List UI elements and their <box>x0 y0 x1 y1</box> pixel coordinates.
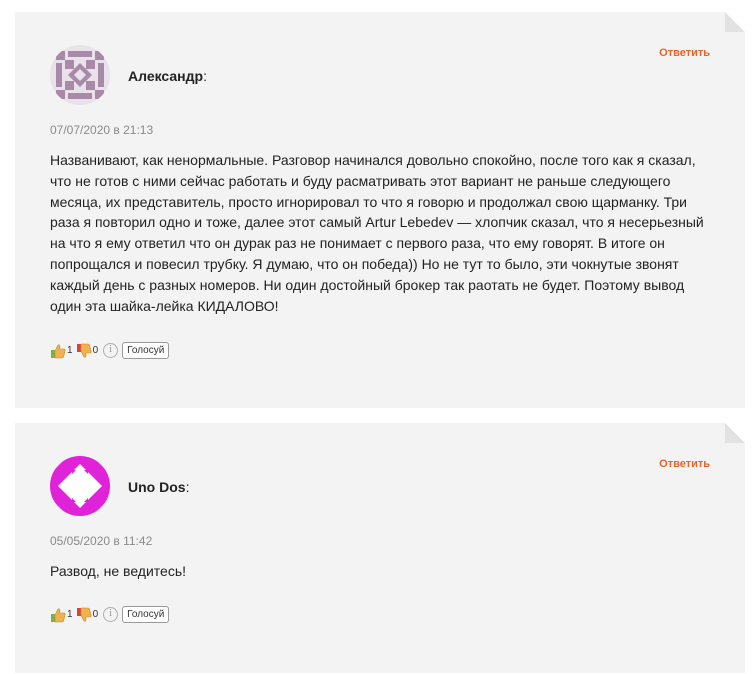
vote-bar: 1 0 i Голосуй <box>50 342 170 359</box>
info-icon[interactable]: i <box>103 343 119 358</box>
comment-author: Uno Dos: <box>128 479 189 495</box>
dislikes-count: 0 <box>92 609 99 620</box>
thumbs-down-icon[interactable] <box>76 607 92 623</box>
vote-button[interactable]: Голосуй <box>122 606 170 623</box>
avatar <box>50 45 110 105</box>
vote-bar: 1 0 i Голосуй <box>50 606 170 623</box>
comment-text: Названивают, как ненормальные. Разговор … <box>50 152 704 314</box>
comment: Uno Dos: Ответить 05/05/2020 в 11:42 Раз… <box>15 423 745 673</box>
comment-date: 07/07/2020 в 21:13 <box>50 123 154 137</box>
author-name: Александр <box>128 68 204 84</box>
likes-count: 1 <box>67 609 73 620</box>
identicon-icon <box>50 456 110 516</box>
reply-button[interactable]: Ответить <box>659 47 710 59</box>
comment-author: Александр: <box>128 68 207 84</box>
corner-fold <box>725 423 745 443</box>
thumbs-up-icon[interactable] <box>50 607 66 623</box>
author-colon: : <box>185 479 190 495</box>
comment: Александр: Ответить 07/07/2020 в 21:13 Н… <box>15 12 745 408</box>
avatar <box>50 456 110 516</box>
vote-button[interactable]: Голосуй <box>122 342 170 359</box>
comment-text: Развод, не ведитесь! <box>50 563 187 579</box>
likes-count: 1 <box>67 345 73 356</box>
thumbs-up-icon[interactable] <box>50 343 66 359</box>
reply-button[interactable]: Ответить <box>659 458 710 470</box>
author-name: Uno Dos <box>128 479 186 495</box>
info-icon[interactable]: i <box>103 607 119 622</box>
comment-date: 05/05/2020 в 11:42 <box>50 534 153 548</box>
author-colon: : <box>203 68 207 84</box>
corner-fold <box>725 12 745 32</box>
dislikes-count: 0 <box>92 345 99 356</box>
identicon-icon <box>50 45 110 105</box>
thumbs-down-icon[interactable] <box>76 343 92 359</box>
